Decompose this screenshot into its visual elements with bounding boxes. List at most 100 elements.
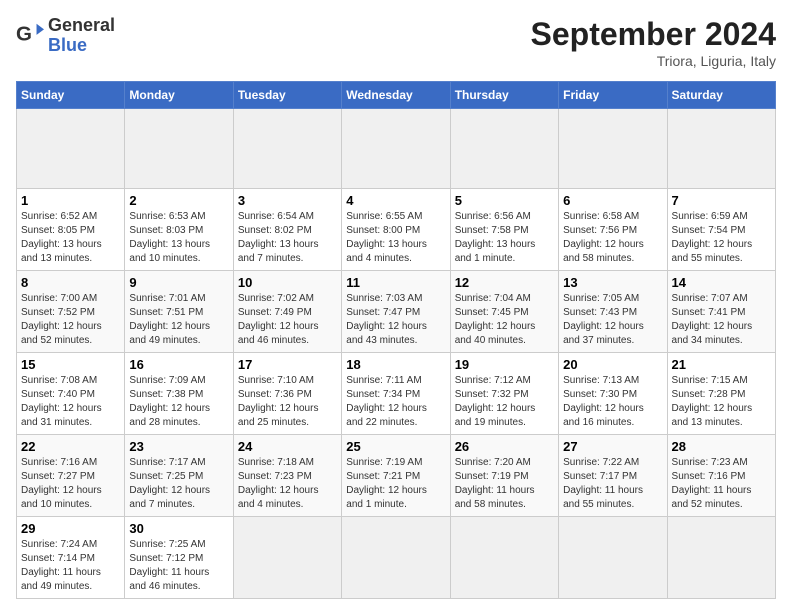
calendar-cell: 22 Sunrise: 7:16 AMSunset: 7:27 PMDayligh… <box>17 435 125 517</box>
day-detail: Sunrise: 7:07 AMSunset: 7:41 PMDaylight:… <box>672 292 771 348</box>
day-number: 18 <box>346 357 445 372</box>
col-header-monday: Monday <box>125 82 233 109</box>
day-detail: Sunrise: 7:12 AMSunset: 7:32 PMDaylight:… <box>455 374 554 430</box>
day-number: 28 <box>672 439 771 454</box>
calendar-cell <box>342 109 450 189</box>
day-number: 22 <box>21 439 120 454</box>
calendar-cell <box>450 109 558 189</box>
calendar-cell: 12 Sunrise: 7:04 AMSunset: 7:45 PMDayligh… <box>450 271 558 353</box>
calendar-week-0 <box>17 109 776 189</box>
calendar-cell: 19 Sunrise: 7:12 AMSunset: 7:32 PMDayligh… <box>450 353 558 435</box>
calendar-cell <box>450 517 558 599</box>
location-subtitle: Triora, Liguria, Italy <box>531 53 776 69</box>
calendar-cell <box>667 109 775 189</box>
logo: G General Blue <box>16 16 115 56</box>
calendar-cell: 10 Sunrise: 7:02 AMSunset: 7:49 PMDayligh… <box>233 271 341 353</box>
calendar-cell: 9Sunrise: 7:01 AMSunset: 7:51 PMDaylight… <box>125 271 233 353</box>
calendar-cell: 28Sunrise: 7:23 AMSunset: 7:16 PMDayligh… <box>667 435 775 517</box>
day-number: 6 <box>563 193 662 208</box>
calendar-cell: 7 Sunrise: 6:59 AMSunset: 7:54 PMDaylight… <box>667 189 775 271</box>
day-number: 4 <box>346 193 445 208</box>
day-detail: Sunrise: 6:52 AMSunset: 8:05 PMDaylight:… <box>21 210 120 266</box>
day-number: 29 <box>21 521 120 536</box>
col-header-sunday: Sunday <box>17 82 125 109</box>
calendar-week-3: 15Sunrise: 7:08 AMSunset: 7:40 PMDayligh… <box>17 353 776 435</box>
day-detail: Sunrise: 7:25 AMSunset: 7:12 PMDaylight:… <box>129 538 228 594</box>
calendar-week-1: 1 Sunrise: 6:52 AMSunset: 8:05 PMDaylight… <box>17 189 776 271</box>
calendar-week-5: 29 Sunrise: 7:24 AMSunset: 7:14 PMDayligh… <box>17 517 776 599</box>
calendar-week-4: 22 Sunrise: 7:16 AMSunset: 7:27 PMDayligh… <box>17 435 776 517</box>
day-number: 2 <box>129 193 228 208</box>
day-detail: Sunrise: 6:55 AMSunset: 8:00 PMDaylight:… <box>346 210 445 266</box>
calendar-cell: 23Sunrise: 7:17 AMSunset: 7:25 PMDayligh… <box>125 435 233 517</box>
day-detail: Sunrise: 7:24 AMSunset: 7:14 PMDaylight:… <box>21 538 120 594</box>
day-detail: Sunrise: 7:13 AMSunset: 7:30 PMDaylight:… <box>563 374 662 430</box>
day-number: 14 <box>672 275 771 290</box>
day-number: 11 <box>346 275 445 290</box>
day-detail: Sunrise: 7:20 AMSunset: 7:19 PMDaylight:… <box>455 456 554 512</box>
day-detail: Sunrise: 7:04 AMSunset: 7:45 PMDaylight:… <box>455 292 554 348</box>
day-detail: Sunrise: 7:15 AMSunset: 7:28 PMDaylight:… <box>672 374 771 430</box>
calendar-cell <box>17 109 125 189</box>
day-detail: Sunrise: 6:54 AMSunset: 8:02 PMDaylight:… <box>238 210 337 266</box>
calendar-cell: 14 Sunrise: 7:07 AMSunset: 7:41 PMDayligh… <box>667 271 775 353</box>
day-detail: Sunrise: 6:56 AMSunset: 7:58 PMDaylight:… <box>455 210 554 266</box>
day-detail: Sunrise: 7:10 AMSunset: 7:36 PMDaylight:… <box>238 374 337 430</box>
calendar-cell: 3Sunrise: 6:54 AMSunset: 8:02 PMDaylight… <box>233 189 341 271</box>
day-number: 27 <box>563 439 662 454</box>
logo-line1: General <box>48 16 115 36</box>
day-number: 12 <box>455 275 554 290</box>
day-number: 25 <box>346 439 445 454</box>
calendar-cell: 24Sunrise: 7:18 AMSunset: 7:23 PMDayligh… <box>233 435 341 517</box>
calendar-cell: 1 Sunrise: 6:52 AMSunset: 8:05 PMDaylight… <box>17 189 125 271</box>
day-detail: Sunrise: 6:58 AMSunset: 7:56 PMDaylight:… <box>563 210 662 266</box>
day-number: 10 <box>238 275 337 290</box>
day-detail: Sunrise: 7:03 AMSunset: 7:47 PMDaylight:… <box>346 292 445 348</box>
calendar-cell: 18 Sunrise: 7:11 AMSunset: 7:34 PMDayligh… <box>342 353 450 435</box>
day-number: 5 <box>455 193 554 208</box>
day-detail: Sunrise: 6:53 AMSunset: 8:03 PMDaylight:… <box>129 210 228 266</box>
col-header-thursday: Thursday <box>450 82 558 109</box>
col-header-wednesday: Wednesday <box>342 82 450 109</box>
day-number: 23 <box>129 439 228 454</box>
calendar-cell <box>559 517 667 599</box>
calendar-cell <box>667 517 775 599</box>
day-number: 17 <box>238 357 337 372</box>
calendar-cell: 13Sunrise: 7:05 AMSunset: 7:43 PMDayligh… <box>559 271 667 353</box>
col-header-tuesday: Tuesday <box>233 82 341 109</box>
day-number: 7 <box>672 193 771 208</box>
calendar-cell: 5 Sunrise: 6:56 AMSunset: 7:58 PMDaylight… <box>450 189 558 271</box>
calendar-cell: 2 Sunrise: 6:53 AMSunset: 8:03 PMDaylight… <box>125 189 233 271</box>
calendar-cell: 6 Sunrise: 6:58 AMSunset: 7:56 PMDaylight… <box>559 189 667 271</box>
day-detail: Sunrise: 7:05 AMSunset: 7:43 PMDaylight:… <box>563 292 662 348</box>
title-block: September 2024 Triora, Liguria, Italy <box>531 16 776 69</box>
calendar-cell: 17 Sunrise: 7:10 AMSunset: 7:36 PMDayligh… <box>233 353 341 435</box>
logo-line2: Blue <box>48 36 115 56</box>
day-detail: Sunrise: 6:59 AMSunset: 7:54 PMDaylight:… <box>672 210 771 266</box>
day-detail: Sunrise: 7:16 AMSunset: 7:27 PMDaylight:… <box>21 456 120 512</box>
page-header: G General Blue September 2024 Triora, Li… <box>16 16 776 69</box>
calendar-week-2: 8Sunrise: 7:00 AMSunset: 7:52 PMDaylight… <box>17 271 776 353</box>
day-detail: Sunrise: 7:01 AMSunset: 7:51 PMDaylight:… <box>129 292 228 348</box>
logo-icon: G <box>16 20 44 48</box>
calendar-cell: 16Sunrise: 7:09 AMSunset: 7:38 PMDayligh… <box>125 353 233 435</box>
day-number: 26 <box>455 439 554 454</box>
day-detail: Sunrise: 7:08 AMSunset: 7:40 PMDaylight:… <box>21 374 120 430</box>
calendar-cell: 29 Sunrise: 7:24 AMSunset: 7:14 PMDayligh… <box>17 517 125 599</box>
calendar-cell: 11 Sunrise: 7:03 AMSunset: 7:47 PMDayligh… <box>342 271 450 353</box>
day-detail: Sunrise: 7:11 AMSunset: 7:34 PMDaylight:… <box>346 374 445 430</box>
calendar-cell <box>559 109 667 189</box>
month-title: September 2024 <box>531 16 776 53</box>
day-detail: Sunrise: 7:19 AMSunset: 7:21 PMDaylight:… <box>346 456 445 512</box>
day-number: 24 <box>238 439 337 454</box>
calendar-cell: 30 Sunrise: 7:25 AMSunset: 7:12 PMDayligh… <box>125 517 233 599</box>
calendar-cell: 20 Sunrise: 7:13 AMSunset: 7:30 PMDayligh… <box>559 353 667 435</box>
calendar-cell <box>233 517 341 599</box>
day-detail: Sunrise: 7:00 AMSunset: 7:52 PMDaylight:… <box>21 292 120 348</box>
day-number: 1 <box>21 193 120 208</box>
day-detail: Sunrise: 7:02 AMSunset: 7:49 PMDaylight:… <box>238 292 337 348</box>
day-number: 20 <box>563 357 662 372</box>
day-number: 21 <box>672 357 771 372</box>
day-number: 30 <box>129 521 228 536</box>
day-number: 19 <box>455 357 554 372</box>
